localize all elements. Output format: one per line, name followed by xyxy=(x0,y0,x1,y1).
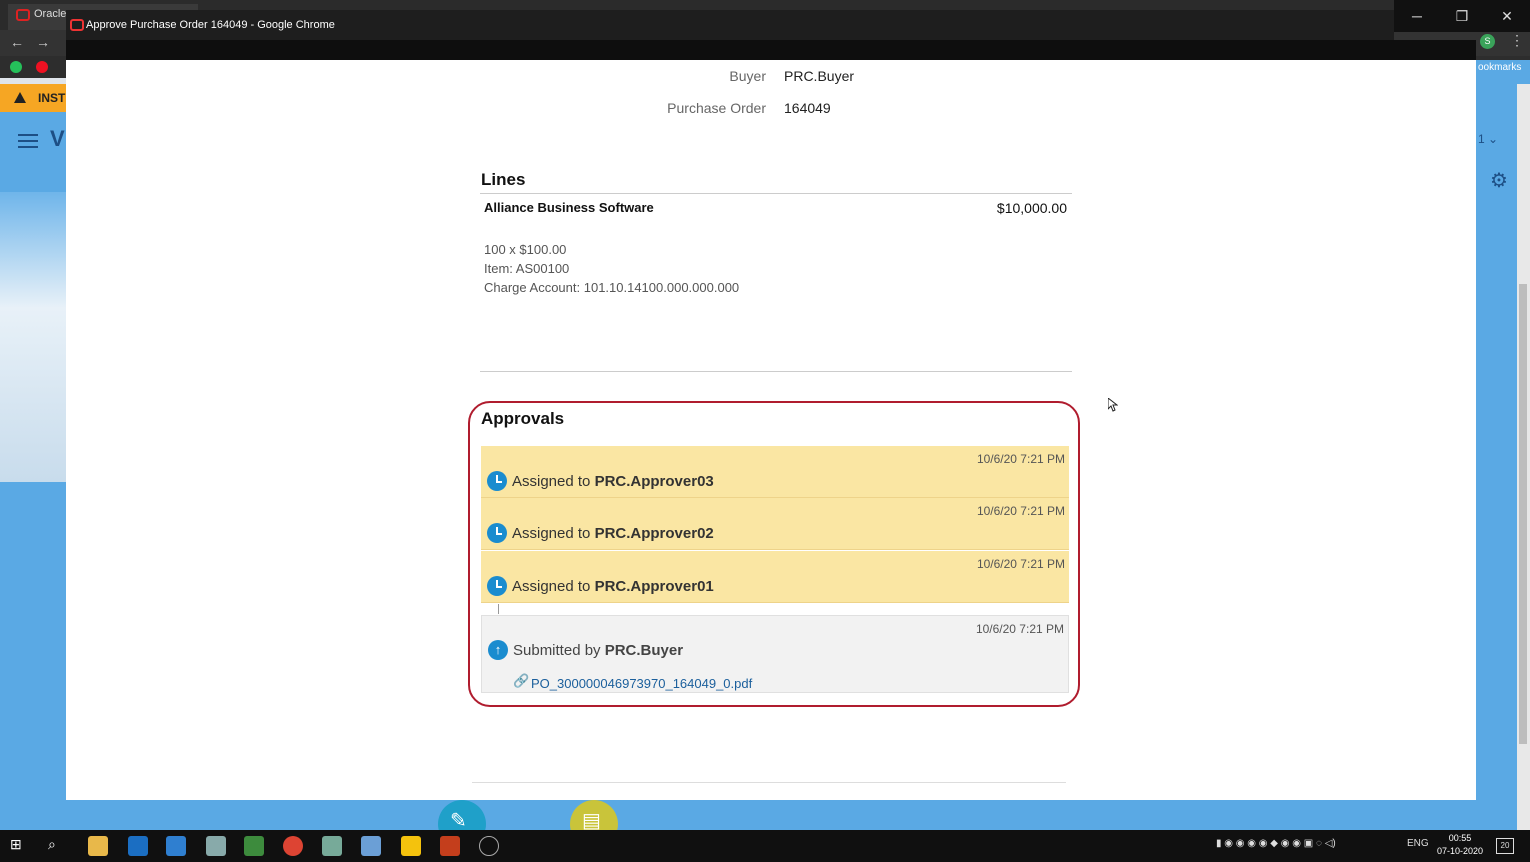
popup-window-title: Approve Purchase Order 164049 - Google C… xyxy=(86,19,335,31)
browser-menu-icon[interactable]: ⋮ xyxy=(1510,32,1524,49)
approval-text: Assigned to PRC.Approver02 xyxy=(512,525,714,542)
background-panel xyxy=(0,482,66,830)
buyer-value: PRC.Buyer xyxy=(784,68,855,84)
lines-heading: Lines xyxy=(481,170,526,189)
clock-icon xyxy=(487,523,507,543)
line-charge-account: Charge Account: 101.10.14100.000.000.000 xyxy=(484,280,740,295)
bookmark-icons xyxy=(10,60,62,78)
notepad-icon[interactable] xyxy=(244,836,264,856)
timeline-connector xyxy=(498,604,499,614)
clock-date: 07-10-2020 xyxy=(1436,846,1484,856)
navigation-buttons: ← → xyxy=(10,34,62,50)
oracle-icon xyxy=(16,9,30,21)
notification-center-icon[interactable]: 20 xyxy=(1496,838,1514,854)
forward-arrow-icon[interactable]: → xyxy=(36,34,50,50)
language-indicator[interactable]: ENG xyxy=(1407,838,1429,849)
line-quantity-price: 100 x $100.00 xyxy=(484,242,567,257)
approval-timestamp: 10/6/20 7:21 PM xyxy=(976,557,1065,571)
approval-timestamp: 10/6/20 7:21 PM xyxy=(976,452,1065,466)
approval-entry[interactable]: 10/6/20 7:21 PM Assigned to PRC.Approver… xyxy=(481,551,1069,603)
approval-entry[interactable]: 10/6/20 7:21 PM Assigned to PRC.Approver… xyxy=(481,498,1069,550)
youtube-icon[interactable] xyxy=(36,61,48,73)
taskbar-clock[interactable]: 00:55 07-10-2020 xyxy=(1430,832,1490,858)
bookmarks-label[interactable]: ookmarks xyxy=(1478,62,1521,73)
approver-name: PRC.Approver02 xyxy=(594,525,714,542)
line-item-name[interactable]: Alliance Business Software xyxy=(484,200,654,215)
approval-timestamp: 10/6/20 7:21 PM xyxy=(976,504,1065,518)
approver-name: PRC.Approver01 xyxy=(594,578,714,595)
windows-taskbar: ⊞ ⌕ ▮ ◉ ◉ ◉ ◉ ◆ ◉ ◉ ▣ ◌ ◁) ENG 00:55 07-… xyxy=(0,830,1530,862)
app-icon[interactable] xyxy=(361,836,381,856)
submitted-prefix: Submitted by xyxy=(513,642,601,659)
approval-prefix: Assigned to xyxy=(512,473,591,490)
buyer-label: Buyer xyxy=(729,68,766,84)
approver-name: PRC.Approver03 xyxy=(594,473,714,490)
approval-text: Assigned to PRC.Approver01 xyxy=(512,578,714,595)
scrollbar[interactable] xyxy=(1517,84,1530,830)
restore-icon[interactable]: ❐ xyxy=(1439,0,1485,32)
submitter-name: PRC.Buyer xyxy=(604,642,684,659)
file-explorer-icon[interactable] xyxy=(88,836,108,856)
right-fragment-text: 1 xyxy=(1478,132,1485,146)
lines-bottom-divider xyxy=(480,371,1072,372)
window-controls: ─ ❐ ✕ xyxy=(1394,0,1530,32)
submitted-timestamp: 10/6/20 7:21 PM xyxy=(975,622,1064,636)
outlook-icon[interactable] xyxy=(128,836,148,856)
background-footer xyxy=(66,800,1476,830)
windows-start-icon[interactable]: ⊞ xyxy=(10,836,30,856)
system-tray-icons[interactable]: ▮ ◉ ◉ ◉ ◉ ◆ ◉ ◉ ▣ ◌ ◁) xyxy=(1216,838,1336,849)
app-icon[interactable] xyxy=(479,836,499,856)
warning-icon xyxy=(14,92,26,103)
background-image xyxy=(0,192,66,482)
sticky-notes-icon[interactable] xyxy=(401,836,421,856)
whatsapp-icon[interactable] xyxy=(10,61,22,73)
submitted-text: Submitted by PRC.Buyer xyxy=(513,642,683,659)
line-item-amount: $10,000.00 xyxy=(996,200,1067,216)
arrow-up-icon: ↑ xyxy=(488,640,508,660)
approval-prefix: Assigned to xyxy=(512,578,591,595)
right-fragment: 1 ⌄ xyxy=(1478,132,1499,146)
minimize-icon[interactable]: ─ xyxy=(1394,0,1440,32)
approval-text: Assigned to PRC.Approver03 xyxy=(512,473,714,490)
clock-time: 00:55 xyxy=(1448,833,1472,843)
approvals-heading: Approvals xyxy=(481,409,565,428)
profile-avatar[interactable]: S xyxy=(1480,34,1495,49)
approval-page: Buyer PRC.Buyer Purchase Order 164049 Li… xyxy=(66,60,1476,800)
clock-icon xyxy=(487,471,507,491)
scrollbar-thumb[interactable] xyxy=(1519,284,1527,744)
hamburger-menu-icon[interactable] xyxy=(18,134,38,148)
popup-title-bar[interactable]: Approve Purchase Order 164049 - Google C… xyxy=(66,10,1394,40)
bottom-divider xyxy=(472,782,1066,783)
gear-icon[interactable]: ⚙ xyxy=(1490,168,1508,193)
paperclip-icon: 🔗 xyxy=(513,673,530,688)
clock-icon xyxy=(487,576,507,596)
chrome-icon[interactable] xyxy=(283,836,303,856)
mouse-cursor-icon xyxy=(1108,398,1118,412)
mail-icon[interactable] xyxy=(166,836,186,856)
close-icon[interactable]: ✕ xyxy=(1484,0,1530,32)
submitted-entry[interactable]: 10/6/20 7:21 PM ↑ Submitted by PRC.Buyer… xyxy=(481,615,1069,693)
warning-text: INST xyxy=(38,91,66,105)
oracle-icon xyxy=(70,19,84,31)
line-item-code: Item: AS00100 xyxy=(484,261,570,276)
search-icon[interactable]: ⌕ xyxy=(48,836,68,856)
approval-prefix: Assigned to xyxy=(512,525,591,542)
app-icon[interactable] xyxy=(322,836,342,856)
powerpoint-icon[interactable] xyxy=(440,836,460,856)
approval-entry[interactable]: 10/6/20 7:21 PM Assigned to PRC.Approver… xyxy=(481,446,1069,498)
purchase-order-value: 164049 xyxy=(784,100,831,116)
purchase-order-label: Purchase Order xyxy=(667,100,766,116)
lines-divider xyxy=(480,193,1072,194)
popup-address-bar xyxy=(66,40,1476,60)
background-tab-label: Oracle xyxy=(34,8,67,20)
back-arrow-icon[interactable]: ← xyxy=(10,34,24,50)
app-logo: V xyxy=(50,126,65,151)
attachment-link[interactable]: PO_300000046973970_164049_0.pdf xyxy=(531,676,752,691)
app-icon[interactable] xyxy=(206,836,226,856)
